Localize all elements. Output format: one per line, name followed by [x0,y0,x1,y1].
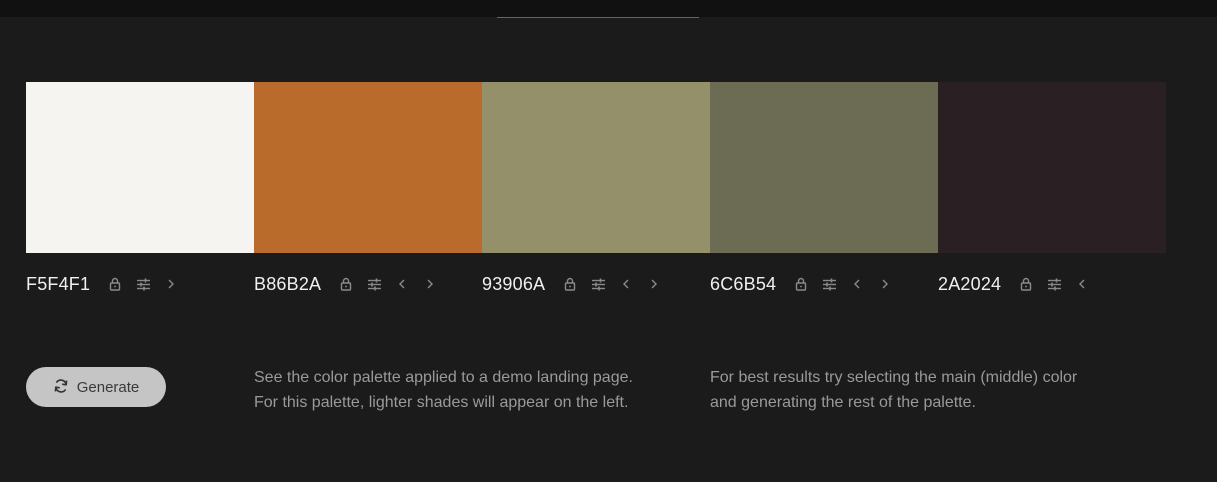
lock-icon[interactable] [104,273,126,295]
color-palette [26,82,1166,253]
chevron-left-icon[interactable] [391,273,413,295]
generate-button-label: Generate [76,378,140,396]
color-controls-1: F5F4F1 [26,270,188,298]
lock-icon[interactable] [1015,273,1037,295]
demo-info-line-2: For this palette, lighter shades will ap… [254,394,629,411]
lock-icon[interactable] [335,273,357,295]
color-swatch-1[interactable] [26,82,254,253]
color-swatch-4[interactable] [710,82,938,253]
chevron-right-icon[interactable] [419,273,441,295]
demo-info-line-1: See the color palette applied to a demo … [254,369,633,386]
lock-icon[interactable] [559,273,581,295]
chevron-left-icon[interactable] [846,273,868,295]
demo-info-text: See the color palette applied to a demo … [254,365,674,415]
color-controls-4: 6C6B54 [710,270,902,298]
chevron-left-icon[interactable] [615,273,637,295]
lock-icon[interactable] [790,273,812,295]
sliders-icon[interactable] [363,273,385,295]
color-labels-row: F5F4F1 B86B2A 93906A 6C6B54 2A2024 [26,270,1166,298]
chevron-right-icon[interactable] [874,273,896,295]
hex-code[interactable]: 93906A [482,274,545,295]
chevron-left-icon[interactable] [1071,273,1093,295]
hex-code[interactable]: F5F4F1 [26,274,90,295]
sliders-icon[interactable] [818,273,840,295]
chevron-right-icon[interactable] [643,273,665,295]
top-bar [0,0,1217,17]
sliders-icon[interactable] [132,273,154,295]
color-swatch-3[interactable] [482,82,710,253]
hex-code[interactable]: 6C6B54 [710,274,776,295]
color-swatch-5[interactable] [938,82,1166,253]
chevron-right-icon[interactable] [160,273,182,295]
hex-code[interactable]: 2A2024 [938,274,1001,295]
generate-button[interactable]: Generate [26,367,166,407]
color-controls-3: 93906A [482,270,671,298]
tip-info-text: For best results try selecting the main … [710,365,1130,415]
sliders-icon[interactable] [1043,273,1065,295]
color-controls-2: B86B2A [254,270,447,298]
color-controls-5: 2A2024 [938,270,1099,298]
tip-info-line-1: For best results try selecting the main … [710,369,1078,386]
sliders-icon[interactable] [587,273,609,295]
hex-code[interactable]: B86B2A [254,274,321,295]
refresh-icon [53,378,69,397]
active-tab-indicator [497,17,699,18]
color-swatch-2[interactable] [254,82,482,253]
tip-info-line-2: and generating the rest of the palette. [710,394,976,411]
